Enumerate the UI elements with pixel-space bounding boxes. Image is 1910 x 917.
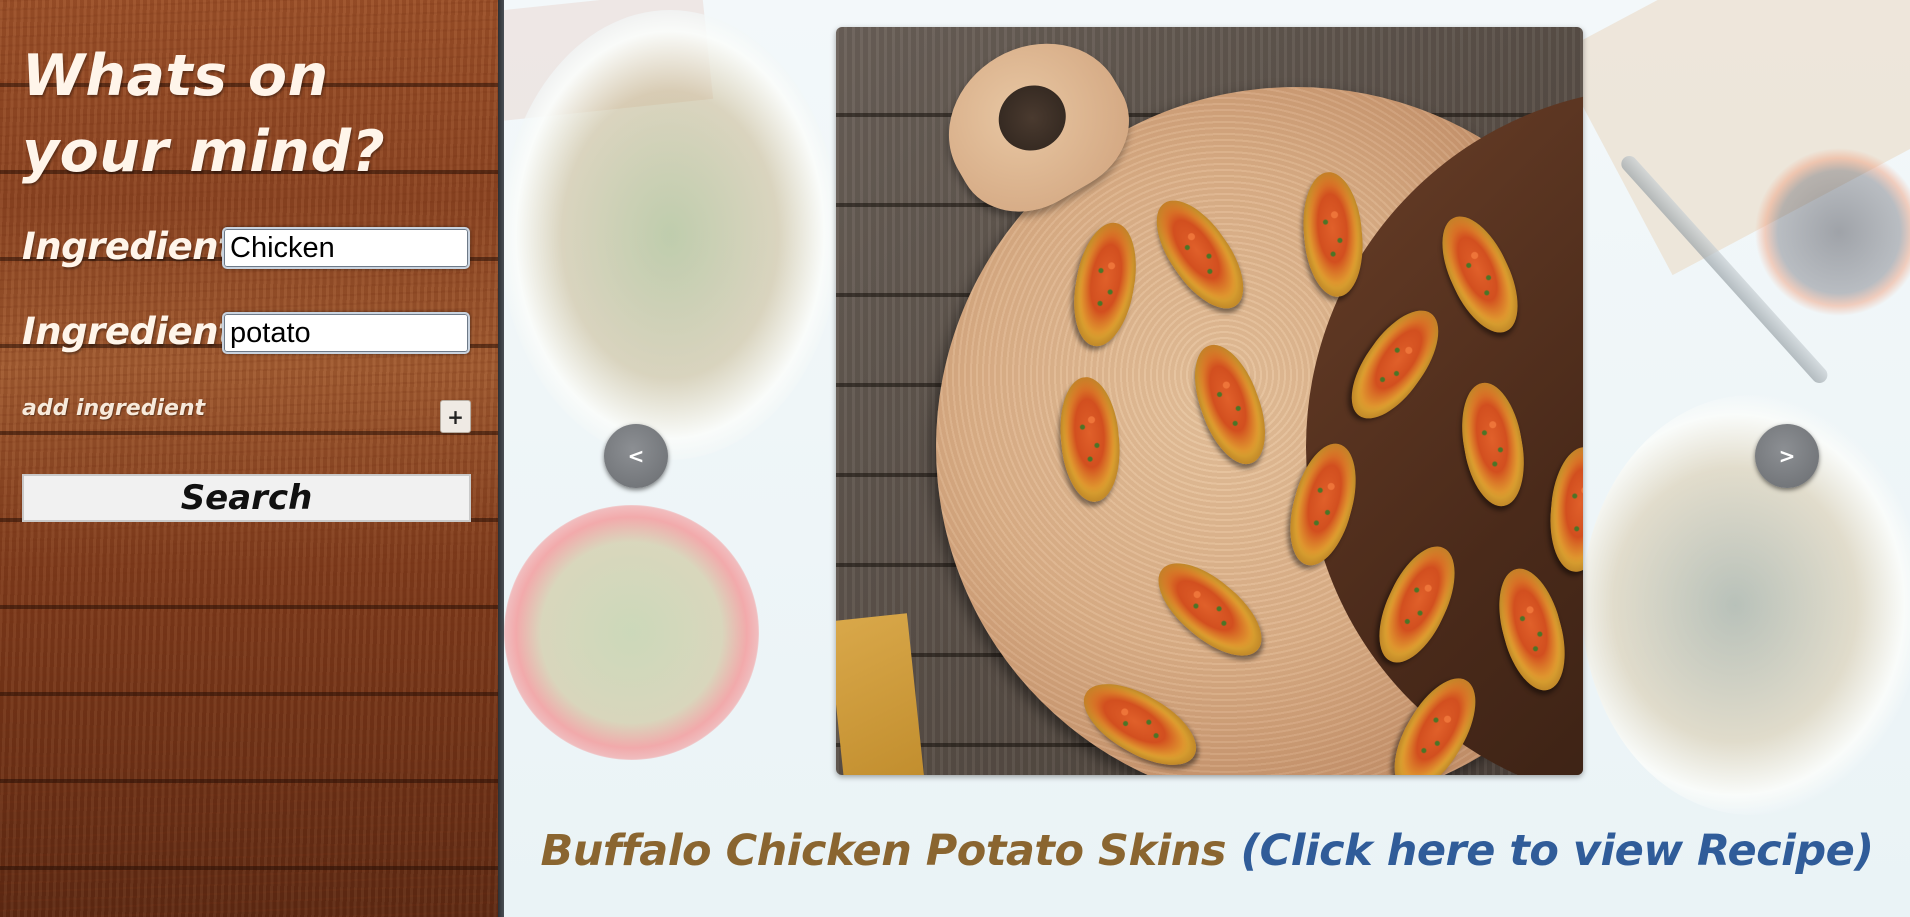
background-bowl — [1749, 142, 1910, 322]
add-ingredient-button[interactable]: + — [440, 400, 471, 433]
carousel-prev-button[interactable]: < — [604, 424, 668, 488]
napkin-image-detail — [836, 613, 925, 775]
background-plate — [1582, 395, 1910, 815]
ingredient-input-2[interactable] — [222, 312, 470, 354]
view-recipe-link[interactable]: (Click here to view Recipe) — [1240, 826, 1874, 876]
recipe-name: Buffalo Chicken Potato Skins — [540, 826, 1227, 876]
ingredient-label: Ingredient — [22, 225, 236, 268]
background-plate — [504, 10, 840, 460]
sidebar: Whats on your mind? Ingredient Ingredien… — [0, 0, 498, 917]
ingredient-input-1[interactable] — [222, 227, 470, 269]
search-button[interactable]: Search — [22, 474, 471, 522]
add-ingredient-label: add ingredient — [22, 396, 206, 421]
ingredient-label: Ingredient — [22, 310, 236, 353]
main-content: < > Buffalo Chicken Potato Skins (Click … — [504, 0, 1910, 917]
sidebar-heading: Whats on your mind? — [22, 43, 386, 185]
recipe-caption: Buffalo Chicken Potato Skins (Click here… — [504, 826, 1910, 876]
background-bowl — [504, 505, 759, 760]
carousel-next-button[interactable]: > — [1755, 424, 1819, 488]
recipe-image[interactable] — [836, 27, 1583, 775]
